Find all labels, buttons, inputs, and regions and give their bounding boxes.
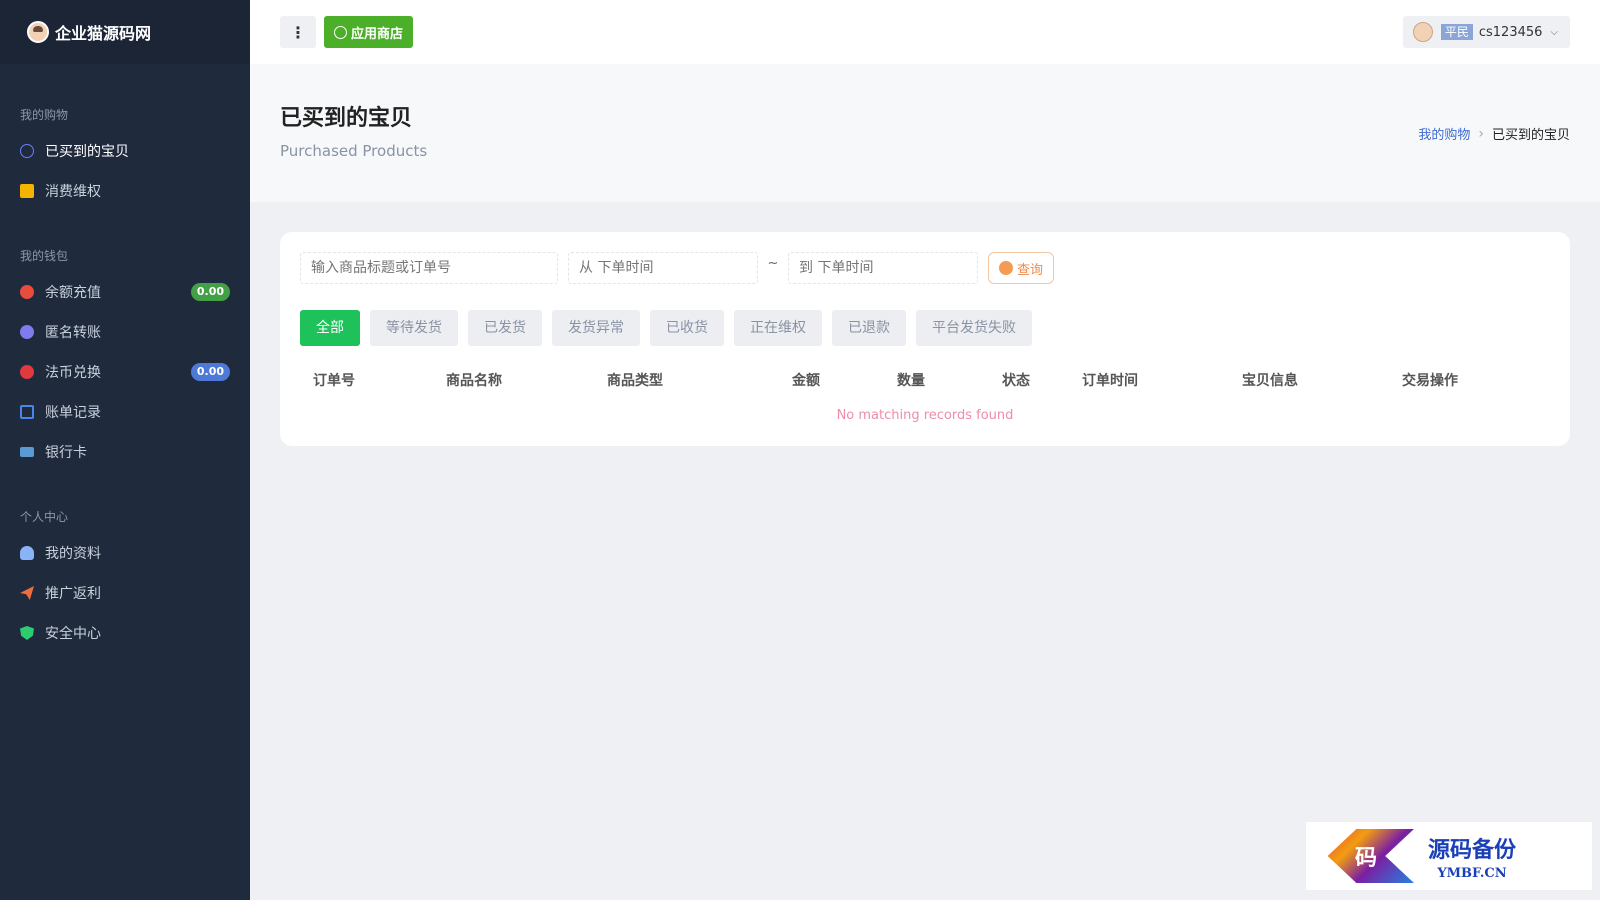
watermark-text: 源码备份 YMBF.CN — [1428, 832, 1516, 881]
to-date-input[interactable] — [788, 252, 978, 284]
sidebar-item-label: 余额充值 — [45, 285, 101, 301]
tab-shipped[interactable]: 已发货 — [468, 310, 542, 346]
user-level-badge: 平民 — [1440, 24, 1473, 40]
topbar: ⋮ 应用商店 平民 cs123456 ⌵ — [250, 0, 1600, 64]
page-header: 已买到的宝贝 Purchased Products 我的购物 › 已买到的宝贝 — [250, 64, 1600, 202]
sidebar-item-label: 已买到的宝贝 — [45, 144, 129, 160]
nav-section-title: 我的钱包 — [20, 249, 69, 263]
breadcrumb-current: 已买到的宝贝 — [1491, 128, 1570, 143]
column-header[interactable]: 订单时间 — [1069, 370, 1229, 390]
watermark: 码 源码备份 YMBF.CN — [1306, 822, 1592, 890]
bill-icon — [20, 405, 34, 419]
keyword-input[interactable] — [300, 252, 558, 284]
user-menu[interactable]: 平民 cs123456 ⌵ — [1402, 16, 1570, 48]
column-header[interactable]: 商品类型 — [594, 370, 779, 390]
sidebar-item-bank-card[interactable]: 银行卡 — [0, 432, 250, 472]
watermark-logo-char: 码 — [1354, 845, 1377, 871]
username: cs123456 — [1478, 24, 1543, 40]
recharge-icon — [20, 285, 34, 299]
sidebar: 企业猫源码网 我的购物 已买到的宝贝 消费维权 我的钱包 余额充值 0.00 匿… — [0, 0, 250, 900]
tab-awaiting-shipment[interactable]: 等待发货 — [370, 310, 458, 346]
sidebar-item-security[interactable]: 安全中心 — [0, 613, 250, 653]
app-store-button[interactable]: 应用商店 — [324, 16, 414, 48]
sidebar-item-label: 账单记录 — [45, 405, 101, 421]
search-icon — [999, 261, 1013, 275]
column-header[interactable]: 宝贝信息 — [1229, 370, 1389, 390]
tab-all[interactable]: 全部 — [300, 310, 360, 346]
exchange-icon — [20, 365, 34, 379]
orders-panel: ~ 查询 全部 等待发货 已发货 发货异常 已收货 正在维权 已退款 平台发货失… — [280, 232, 1570, 446]
sidebar-item-profile[interactable]: 我的资料 — [0, 533, 250, 573]
status-tabs: 全部 等待发货 已发货 发货异常 已收货 正在维权 已退款 平台发货失败 — [300, 310, 1550, 346]
table-header: 订单号 商品名称 商品类型 金额 数量 状态 订单时间 宝贝信息 交易操作 — [300, 364, 1550, 396]
sidebar-item-exchange[interactable]: 法币兑换 0.00 — [0, 352, 250, 392]
column-header[interactable]: 商品名称 — [433, 370, 594, 390]
sidebar-item-promotion[interactable]: 推广返利 — [0, 573, 250, 613]
sidebar-item-bills[interactable]: 账单记录 — [0, 392, 250, 432]
nav-section-title: 我的购物 — [20, 108, 69, 122]
store-icon — [334, 25, 347, 39]
brand[interactable]: 企业猫源码网 — [0, 0, 250, 64]
query-label: 查询 — [1017, 262, 1044, 278]
brand-logo-icon — [27, 21, 49, 43]
chevron-down-icon: ⌵ — [1550, 26, 1558, 38]
page-title: 已买到的宝贝 — [280, 106, 413, 131]
from-date-input[interactable] — [568, 252, 758, 284]
column-header[interactable]: 订单号 — [300, 370, 433, 390]
column-header[interactable]: 数量 — [884, 370, 989, 390]
sidebar-item-label: 银行卡 — [45, 445, 87, 461]
user-icon — [20, 546, 34, 560]
sidebar-item-label: 匿名转账 — [45, 325, 101, 341]
breadcrumb: 我的购物 › 已买到的宝贝 — [1418, 124, 1570, 144]
sidebar-item-label: 法币兑换 — [45, 365, 101, 381]
watermark-logo: 码 — [1327, 829, 1414, 883]
sidebar-item-label: 推广返利 — [45, 586, 101, 602]
balance-badge: 0.00 — [190, 283, 230, 301]
column-header[interactable]: 交易操作 — [1389, 370, 1539, 390]
tab-shipping-error[interactable]: 发货异常 — [552, 310, 640, 346]
more-menu-button[interactable]: ⋮ — [280, 16, 316, 48]
note-icon — [20, 184, 34, 198]
watermark-title: 源码备份 — [1428, 836, 1517, 863]
page-subtitle: Purchased Products — [280, 142, 428, 160]
range-separator: ~ — [767, 255, 779, 271]
paper-plane-icon — [20, 586, 34, 600]
chevron-right-icon: › — [1478, 125, 1484, 142]
sidebar-item-purchased[interactable]: 已买到的宝贝 — [0, 131, 250, 171]
tab-platform-shipment-failed[interactable]: 平台发货失败 — [916, 310, 1032, 346]
avatar — [1412, 22, 1433, 42]
app-store-label: 应用商店 — [351, 26, 404, 42]
circle-outline-icon — [20, 144, 34, 158]
breadcrumb-parent[interactable]: 我的购物 — [1418, 124, 1470, 143]
sidebar-item-transfer[interactable]: 匿名转账 — [0, 312, 250, 352]
nav-section-title: 个人中心 — [20, 510, 69, 524]
sidebar-item-label: 消费维权 — [45, 184, 101, 200]
watermark-sub: YMBF.CN — [1437, 865, 1507, 881]
query-button[interactable]: 查询 — [988, 252, 1055, 284]
bank-card-icon — [20, 447, 34, 457]
main-area: ⋮ 应用商店 平民 cs123456 ⌵ 已买到的宝贝 Purchased Pr… — [250, 0, 1600, 900]
search-row: ~ 查询 — [300, 252, 1550, 284]
empty-table-message: No matching records found — [836, 408, 1014, 423]
sidebar-item-recharge[interactable]: 余额充值 0.00 — [0, 272, 250, 312]
sidebar-item-label: 安全中心 — [45, 626, 101, 642]
column-header[interactable]: 金额 — [779, 370, 884, 390]
column-header[interactable]: 状态 — [989, 370, 1069, 390]
sidebar-item-label: 我的资料 — [45, 546, 101, 562]
tab-in-dispute[interactable]: 正在维权 — [734, 310, 822, 346]
tab-refunded[interactable]: 已退款 — [832, 310, 906, 346]
brand-name: 企业猫源码网 — [55, 24, 152, 43]
transfer-icon — [20, 325, 34, 339]
sidebar-item-rights[interactable]: 消费维权 — [0, 171, 250, 211]
shield-icon — [20, 626, 34, 640]
exchange-badge: 0.00 — [190, 363, 230, 381]
tab-received[interactable]: 已收货 — [650, 310, 724, 346]
